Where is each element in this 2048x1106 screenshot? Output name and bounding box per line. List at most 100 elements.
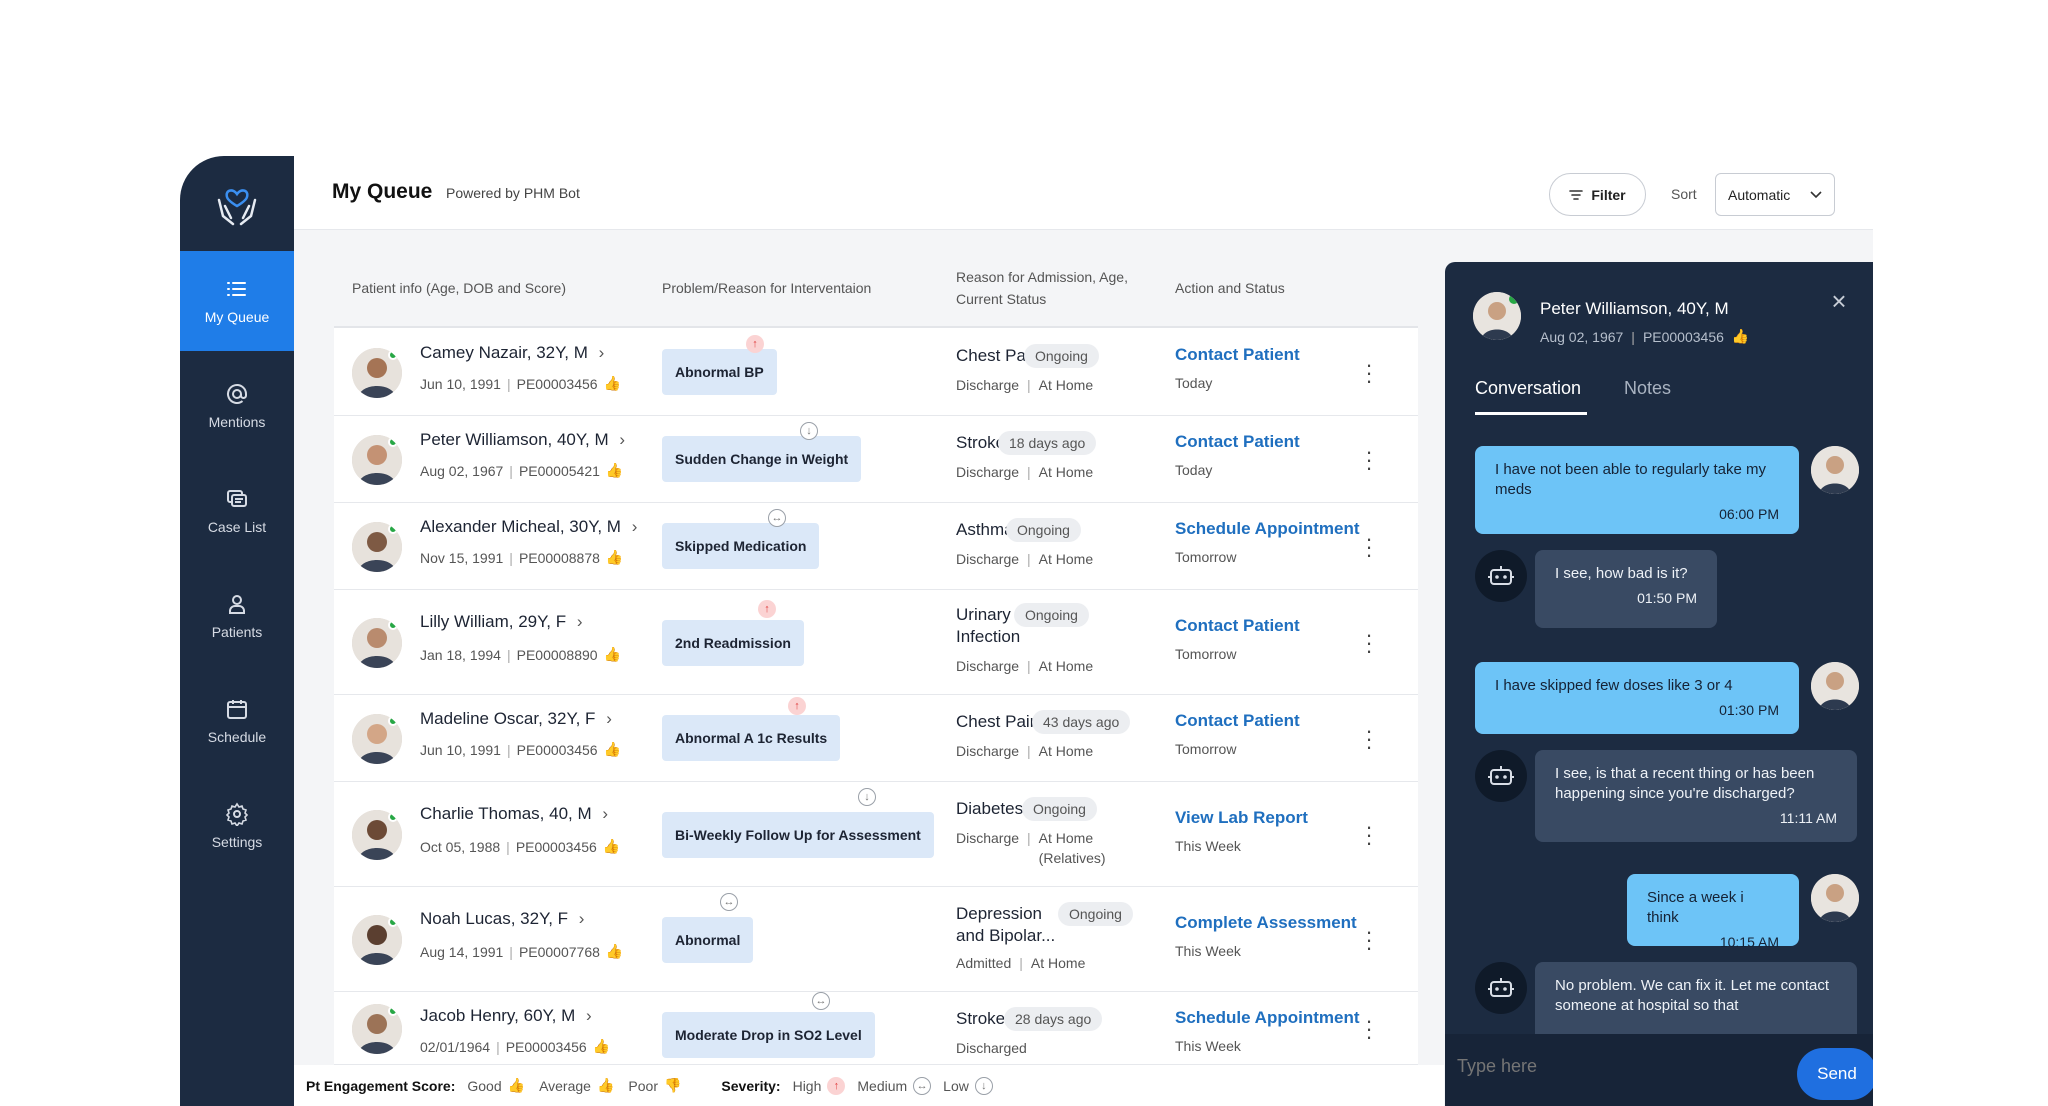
page-subtitle: Powered by PHM Bot — [446, 185, 580, 201]
chevron-right-icon: › — [576, 612, 583, 631]
column-header: Reason for Admission, Age, Current Statu… — [956, 269, 1128, 307]
thumbs-up-icon: 👍 — [592, 1038, 611, 1054]
more-options-icon[interactable]: · · · — [1364, 1010, 1374, 1048]
legend-average: Average — [539, 1077, 591, 1094]
action-link[interactable]: Complete Assessment — [1175, 913, 1357, 933]
user-avatar — [1811, 662, 1859, 710]
thumbs-up-icon: 👍 — [602, 838, 621, 854]
tab-underline — [1475, 412, 1587, 415]
legend-medium: Medium — [857, 1077, 908, 1094]
current-status: Discharge | At Home — [956, 658, 1094, 674]
action-link[interactable]: Contact Patient — [1175, 616, 1300, 636]
patient-name-link[interactable]: Jacob Henry, 60Y, M › — [420, 1006, 592, 1026]
patient-name-link[interactable]: Peter Williamson, 40Y, M › — [420, 430, 625, 450]
patient-name-link[interactable]: Lilly William, 29Y, F › — [420, 612, 583, 632]
nav-my-queue[interactable]: My Queue — [180, 251, 294, 351]
action-link[interactable]: Contact Patient — [1175, 432, 1300, 452]
severity-low-icon: ↓ — [858, 788, 876, 806]
action-due: Today — [1175, 375, 1213, 391]
chat-message-user: I have not been able to regularly take m… — [1475, 446, 1799, 534]
more-options-icon[interactable]: · · · — [1364, 528, 1374, 566]
close-icon[interactable]: × — [1827, 288, 1851, 314]
nav-schedule[interactable]: Schedule — [180, 671, 294, 771]
patient-avatar — [352, 1004, 402, 1054]
table-row[interactable]: Alexander Micheal, 30Y, M › Nov 15, 1991 |… — [334, 503, 1418, 590]
chevron-right-icon: › — [578, 909, 585, 928]
column-header: Patient info (Age, DOB and Score) — [352, 280, 566, 296]
thumbs-up-icon: 👍 — [605, 549, 624, 565]
action-link[interactable]: Contact Patient — [1175, 711, 1300, 731]
table-row[interactable]: Jacob Henry, 60Y, M › 02/01/1964 | PE000034… — [334, 992, 1418, 1065]
patient-meta: Jan 18, 1994 | PE00008890 👍 — [420, 646, 622, 663]
send-button[interactable]: Send — [1797, 1048, 1873, 1100]
patient-name-link[interactable]: Alexander Micheal, 30Y, M › — [420, 517, 637, 537]
chat-message-user: I have skipped few doses like 3 or 4 01:3… — [1475, 662, 1799, 734]
severity-high-icon: ↑ — [746, 335, 764, 353]
nav-mentions[interactable]: Mentions — [180, 356, 294, 456]
status-pill: 28 days ago — [1004, 1007, 1103, 1031]
problem-tag: Abnormal — [662, 917, 754, 963]
gear-icon — [225, 802, 249, 826]
status-pill: Ongoing — [1058, 902, 1133, 926]
admission-reason: Diabetes — [956, 799, 1024, 818]
sort-select[interactable]: Automatic — [1715, 173, 1835, 216]
more-options-icon[interactable]: · · · — [1364, 816, 1374, 854]
table-row[interactable]: Peter Williamson, 40Y, M › Aug 02, 1967 | P… — [334, 416, 1418, 503]
nav-case-list[interactable]: Case List — [180, 461, 294, 561]
action-link[interactable]: View Lab Report — [1175, 808, 1308, 828]
table-row[interactable]: Camey Nazair, 32Y, M › Jun 10, 1991 | PE000… — [334, 329, 1418, 416]
more-options-icon[interactable]: · · · — [1364, 354, 1374, 392]
action-link[interactable]: Schedule Appointment — [1175, 519, 1360, 539]
severity-high-icon: ↑ — [827, 1076, 846, 1095]
tab-notes[interactable]: Notes — [1624, 378, 1671, 399]
table-row[interactable]: Lilly William, 29Y, F › Jan 18, 1994 | PE00… — [334, 590, 1418, 695]
legend-bar: Pt Engagement Score: Good 👍 Average 👍 Po… — [294, 1065, 1444, 1106]
more-options-icon[interactable]: · · · — [1364, 720, 1374, 758]
column-header: Action and Status — [1175, 280, 1285, 296]
nav-patients[interactable]: Patients — [180, 566, 294, 666]
thumbs-up-green-icon: 👍 — [507, 1077, 526, 1093]
more-options-icon[interactable]: · · · — [1364, 624, 1374, 662]
more-options-icon[interactable]: · · · — [1364, 441, 1374, 479]
table-row[interactable]: Madeline Oscar, 32Y, F › Jun 10, 1991 | PE0… — [334, 695, 1418, 782]
patient-avatar — [352, 348, 402, 398]
action-link[interactable]: Contact Patient — [1175, 345, 1300, 365]
chevron-down-icon — [1810, 190, 1822, 198]
severity-medium-icon: ↔ — [720, 893, 738, 911]
table-row[interactable]: Charlie Thomas, 40, M › Oct 05, 1988 | PE00… — [334, 782, 1418, 887]
admission-reason: Stroke — [956, 1009, 1006, 1028]
patient-avatar — [1473, 292, 1521, 340]
admission-reason: Depression and Bipolar... — [956, 904, 1056, 945]
sidebar: My Queue Mentions Case List Patients Sch… — [180, 156, 294, 1106]
logo — [180, 156, 294, 251]
status-pill: 43 days ago — [1032, 710, 1131, 734]
sort-value: Automatic — [1728, 186, 1791, 203]
current-status: Discharge | At Home — [956, 551, 1094, 567]
action-due: This Week — [1175, 838, 1241, 854]
patient-avatar — [352, 618, 402, 668]
patient-name-link[interactable]: Noah Lucas, 32Y, F › — [420, 909, 584, 929]
message-input[interactable] — [1457, 1056, 1757, 1077]
thumbs-up-icon: 👍 — [605, 462, 624, 478]
filter-label: Filter — [1591, 186, 1626, 203]
robot-icon — [1488, 766, 1514, 785]
nav-settings[interactable]: Settings — [180, 776, 294, 876]
action-link[interactable]: Schedule Appointment — [1175, 1008, 1360, 1028]
problem-tag: Moderate Drop in SO2 Level — [662, 1012, 875, 1058]
patient-name-link[interactable]: Charlie Thomas, 40, M › — [420, 804, 608, 824]
chevron-right-icon: › — [598, 343, 605, 362]
patient-name-link[interactable]: Madeline Oscar, 32Y, F › — [420, 709, 612, 729]
patient-name-link[interactable]: Camey Nazair, 32Y, M › — [420, 343, 604, 363]
tab-conversation[interactable]: Conversation — [1475, 378, 1581, 399]
nav-label: Case List — [207, 519, 267, 535]
problem-tag: Abnormal BP — [662, 349, 777, 395]
column-header: Problem/Reason for Interventaion — [662, 280, 872, 296]
action-due: Tomorrow — [1175, 549, 1237, 565]
table-row[interactable]: Noah Lucas, 32Y, F › Aug 14, 1991 | PE00007… — [334, 887, 1418, 992]
filter-button[interactable]: Filter — [1549, 173, 1646, 216]
admission-reason: Asthma — [956, 520, 1014, 539]
chevron-right-icon: › — [631, 517, 638, 536]
thumbs-up-yellow-icon: 👍 — [596, 1077, 615, 1093]
more-options-icon[interactable]: · · · — [1364, 921, 1374, 959]
current-status: Discharge | At Home (Relatives) — [956, 830, 1106, 866]
